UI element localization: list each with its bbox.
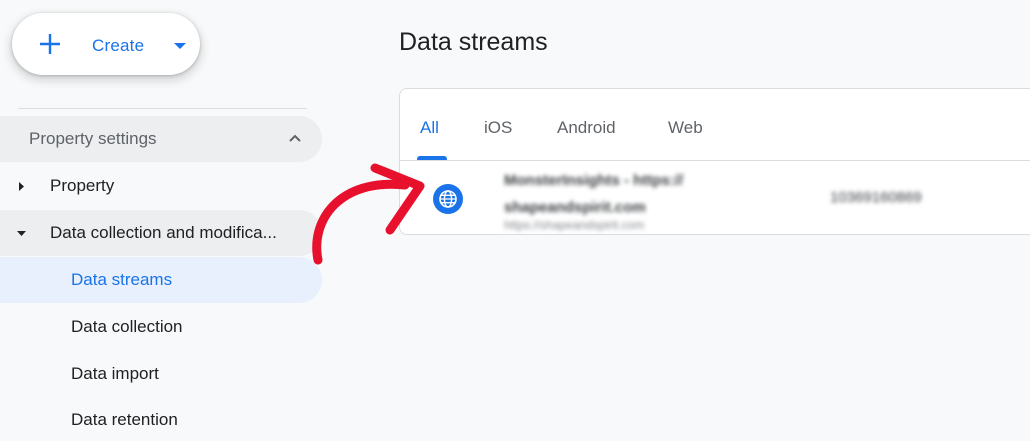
caret-down-icon — [174, 43, 186, 49]
data-streams-card: All iOS Android Web MonsterInsights - ht… — [399, 88, 1030, 235]
sidebar-section-property-settings[interactable]: Property settings — [0, 116, 322, 162]
sidebar-subitem-label: Data collection — [71, 317, 183, 336]
globe-icon — [433, 184, 463, 214]
expand-right-icon — [19, 182, 24, 191]
sidebar-subitem-label: Data import — [71, 364, 159, 383]
sidebar-section-label: Property settings — [29, 129, 157, 148]
tab-ios[interactable]: iOS — [484, 118, 512, 138]
page-title: Data streams — [399, 28, 548, 56]
create-button[interactable]: Create — [12, 13, 200, 75]
plus-icon — [40, 34, 60, 54]
stream-name[interactable]: MonsterInsights - https:// shapeandspiri… — [504, 167, 734, 221]
stream-tabs: All iOS Android Web — [400, 89, 1030, 161]
sidebar-item-label: Property — [50, 176, 115, 195]
sidebar-subitem-data-streams[interactable]: Data streams — [0, 257, 322, 303]
sidebar-subitem-data-retention[interactable]: Data retention — [0, 397, 322, 441]
sidebar: Create Property settings Property Data c… — [0, 0, 335, 441]
tab-all[interactable]: All — [420, 118, 439, 138]
stream-row[interactable]: MonsterInsights - https:// shapeandspiri… — [400, 161, 1030, 234]
expand-down-icon — [17, 231, 26, 236]
tab-android[interactable]: Android — [557, 118, 616, 138]
stream-id: 10369160869 — [830, 189, 922, 206]
sidebar-subitem-data-import[interactable]: Data import — [0, 351, 322, 397]
sidebar-item-label: Data collection and modifica... — [50, 223, 277, 242]
chevron-up-icon — [289, 134, 301, 142]
sidebar-subitem-data-collection[interactable]: Data collection — [0, 304, 322, 350]
sidebar-subitem-label: Data retention — [71, 410, 178, 429]
active-tab-indicator — [417, 156, 447, 160]
create-label: Create — [92, 36, 145, 55]
sidebar-item-property[interactable]: Property — [0, 163, 322, 209]
sidebar-subitem-label: Data streams — [71, 270, 173, 289]
tab-web[interactable]: Web — [668, 118, 703, 138]
sidebar-divider — [18, 108, 307, 109]
sidebar-item-data-collection-and-modification[interactable]: Data collection and modifica... — [0, 210, 322, 256]
stream-url: https://shapeandspirit.com — [504, 218, 645, 232]
